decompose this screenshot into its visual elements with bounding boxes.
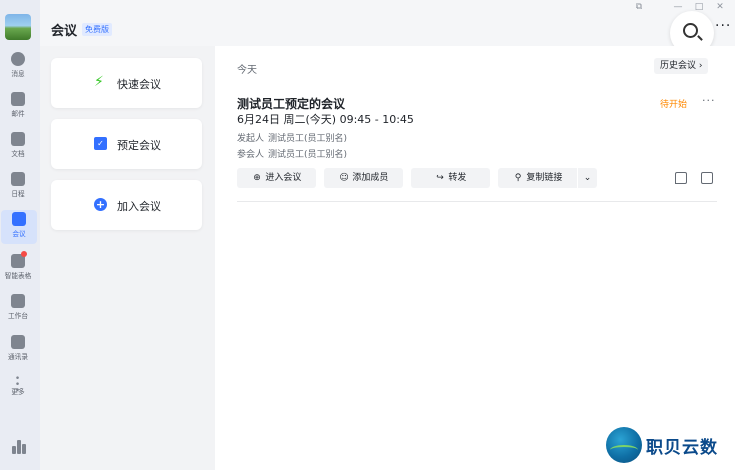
- quick-meeting-button[interactable]: ⚡ 快速会议: [51, 58, 202, 108]
- pin-icon[interactable]: ⧉: [634, 2, 644, 12]
- enter-icon: ⊕: [253, 173, 261, 183]
- enter-meeting-button[interactable]: ⊕ 进入会议: [237, 168, 316, 188]
- nav-item-docs[interactable]: 文档: [0, 130, 36, 164]
- watermark: 职贝云数: [606, 427, 732, 465]
- nav-item-calendar[interactable]: 日程: [0, 170, 36, 204]
- nav-item-more[interactable]: • • • 更多: [0, 374, 36, 410]
- chat-icon[interactable]: [675, 172, 687, 184]
- watermark-logo: [606, 427, 642, 463]
- meeting-time: 6月24日 周二(今天) 09:45 - 10:45: [237, 113, 414, 126]
- copy-link-button[interactable]: ⚲ 复制链接: [498, 168, 577, 188]
- calendar-check-icon: ✓: [94, 137, 107, 150]
- chevron-down-icon: ⌄: [583, 173, 592, 183]
- search-icon: [683, 23, 698, 38]
- join-meeting-button[interactable]: + 加入会议: [51, 180, 202, 230]
- nav-item-workbench[interactable]: 工作台: [0, 292, 36, 326]
- history-label: 历史会议: [660, 61, 697, 71]
- divider: [237, 201, 717, 202]
- lightning-icon: ⚡: [94, 74, 104, 90]
- meeting-status: 待开始: [660, 100, 688, 110]
- page-title: 会议: [51, 24, 78, 39]
- plan-badge: 免费版: [82, 23, 112, 36]
- forward-button[interactable]: ↪ 转发: [411, 168, 490, 188]
- copy-link-label: 复制链接: [526, 173, 563, 183]
- nav-label: 智能表格: [4, 272, 32, 280]
- section-heading: 今天: [237, 65, 257, 76]
- nav-label: 工作台: [8, 312, 28, 320]
- nav-item-meeting[interactable]: 会议: [1, 210, 37, 244]
- meeting-list-panel: 今天 历史会议 › 测试员工预定的会议 待开始 ··· 6月24日 周二(今天)…: [215, 46, 735, 470]
- schedule-meeting-button[interactable]: ✓ 预定会议: [51, 119, 202, 169]
- workbench-icon: [11, 294, 25, 308]
- settings-shortcut-icon[interactable]: [12, 440, 26, 454]
- enter-label: 进入会议: [265, 173, 302, 183]
- nav-item-contacts[interactable]: 通讯录: [0, 333, 36, 367]
- plus-circle-icon: +: [94, 198, 107, 211]
- mail-icon: [11, 92, 25, 106]
- notification-dot: [21, 251, 27, 257]
- chat-bubble-icon: [11, 52, 25, 66]
- attendees-names: 测试员工(员工别名): [268, 150, 348, 160]
- nav-label: 文档: [11, 150, 25, 158]
- action-label: 预定会议: [117, 139, 161, 152]
- nav-label: 会议: [12, 230, 26, 238]
- minimize-icon[interactable]: —: [673, 2, 683, 12]
- organizer-label: 发起人: [237, 134, 265, 144]
- nav-label: 通讯录: [8, 353, 28, 361]
- calendar-icon: [11, 172, 25, 186]
- add-member-button[interactable]: ☺ 添加成员: [324, 168, 403, 188]
- nav-item-smart-sheet[interactable]: 智能表格: [0, 251, 36, 286]
- forward-label: 转发: [448, 173, 467, 183]
- watermark-text: 职贝云数: [646, 438, 718, 458]
- forward-icon: ↪: [436, 173, 444, 183]
- attendees-label: 参会人: [237, 150, 265, 160]
- more-icon: • • •: [14, 374, 22, 396]
- attendees-row: 参会人 测试员工(员工别名): [237, 147, 347, 160]
- link-icon: ⚲: [514, 173, 522, 183]
- action-label: 快速会议: [117, 78, 161, 91]
- more-options-icon[interactable]: ···: [715, 18, 731, 34]
- left-nav: 消息 邮件 文档 日程 会议 智能表格 工作台 通讯录 • • • 更多: [0, 0, 40, 470]
- meeting-icon: [12, 212, 26, 226]
- history-meetings-button[interactable]: 历史会议 ›: [654, 58, 709, 74]
- action-label: 加入会议: [117, 200, 161, 213]
- avatar[interactable]: [5, 14, 31, 40]
- meeting-actions: ⚡ 快速会议 ✓ 预定会议 + 加入会议: [40, 46, 214, 470]
- nav-label: 日程: [11, 190, 25, 198]
- add-user-icon: ☺: [339, 173, 349, 183]
- nav-label: 邮件: [11, 110, 25, 118]
- meeting-title[interactable]: 测试员工预定的会议: [237, 95, 345, 112]
- nav-item-messages[interactable]: 消息: [0, 50, 36, 84]
- add-member-label: 添加成员: [352, 173, 389, 183]
- contacts-icon: [11, 335, 25, 349]
- organizer-row: 发起人 测试员工(员工别名): [237, 131, 347, 144]
- copy-link-dropdown[interactable]: ⌄: [578, 168, 597, 188]
- nav-label: 消息: [11, 70, 25, 78]
- organizer-name: 测试员工(员工别名): [268, 134, 348, 144]
- close-icon[interactable]: ✕: [715, 2, 725, 12]
- meeting-more-icon[interactable]: ···: [702, 94, 716, 107]
- header: 会议 免费版 ⧉ — □ ✕ ···: [40, 0, 735, 55]
- nav-item-mail[interactable]: 邮件: [0, 90, 36, 124]
- document-icon: [11, 132, 25, 146]
- nav-label: 更多: [11, 388, 25, 396]
- notes-icon[interactable]: [701, 172, 713, 184]
